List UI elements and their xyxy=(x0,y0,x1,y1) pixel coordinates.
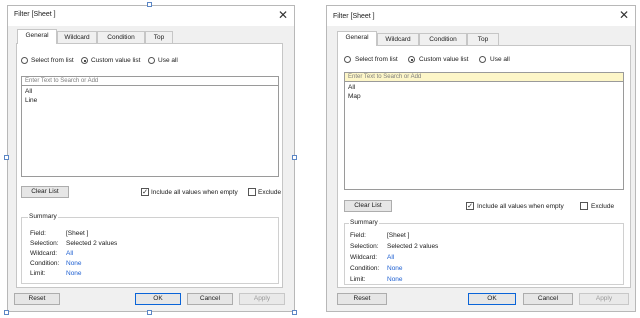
tab-bar: General Wildcard Condition Top xyxy=(337,31,537,46)
list-item[interactable]: All xyxy=(348,84,355,91)
condition-value-link[interactable]: None xyxy=(66,260,82,267)
radio-label-custom-value-list: Custom value list xyxy=(91,57,141,64)
limit-label: Limit: xyxy=(30,270,46,277)
include-all-label: Include all values when empty xyxy=(151,189,238,196)
limit-value-link[interactable]: None xyxy=(387,276,403,283)
tab-general[interactable]: General xyxy=(17,29,57,44)
selection-value: Selected 2 values xyxy=(387,243,439,250)
exclude-checkbox[interactable] xyxy=(248,188,256,196)
include-all-checkbox[interactable]: ✓ xyxy=(141,188,149,196)
resize-handle-top[interactable] xyxy=(147,2,152,7)
close-icon[interactable]: ✕ xyxy=(278,8,288,22)
general-panel: Select from list Custom value list Use a… xyxy=(16,43,283,288)
limit-label: Limit: xyxy=(350,276,366,283)
reset-button[interactable]: Reset xyxy=(337,293,387,305)
radio-label-use-all: Use all xyxy=(490,56,510,63)
value-list[interactable]: All Map xyxy=(344,82,624,190)
search-input[interactable]: Enter Text to Search or Add xyxy=(21,76,279,86)
radio-custom-value-list[interactable] xyxy=(408,56,415,63)
apply-button[interactable]: Apply xyxy=(239,293,285,305)
selection-label: Selection: xyxy=(30,240,59,247)
tab-condition[interactable]: Condition xyxy=(97,31,145,43)
search-input[interactable]: Enter Text to Search or Add xyxy=(344,72,624,82)
list-item[interactable]: Line xyxy=(25,97,37,104)
dialog-title: Filter [Sheet ] xyxy=(14,11,56,18)
field-label: Field: xyxy=(30,230,46,237)
tab-wildcard[interactable]: Wildcard xyxy=(377,33,419,45)
value-list[interactable]: All Line xyxy=(21,86,279,177)
radio-custom-value-list[interactable] xyxy=(81,57,88,64)
tab-condition[interactable]: Condition xyxy=(419,33,467,45)
dialog-title: Filter [Sheet ] xyxy=(333,13,375,20)
resize-handle-bottom[interactable] xyxy=(147,310,152,315)
tab-general[interactable]: General xyxy=(337,31,377,46)
cancel-button[interactable]: Cancel xyxy=(523,293,573,305)
ok-button[interactable]: OK xyxy=(135,293,181,305)
include-all-checkbox[interactable]: ✓ xyxy=(466,202,474,210)
wildcard-label: Wildcard: xyxy=(30,250,58,257)
resize-handle-bottom-right[interactable] xyxy=(292,310,297,315)
field-value: [Sheet ] xyxy=(387,232,410,239)
list-item[interactable]: All xyxy=(25,88,32,95)
summary-box: Summary Field: [Sheet ] Selection: Selec… xyxy=(344,219,624,285)
wildcard-label: Wildcard: xyxy=(350,254,378,261)
list-item[interactable]: Map xyxy=(348,93,361,100)
radio-label-use-all: Use all xyxy=(158,57,178,64)
close-icon[interactable]: ✕ xyxy=(619,8,629,22)
resize-handle-left[interactable] xyxy=(4,155,9,160)
filter-dialog-right: Filter [Sheet ] ✕ General Wildcard Condi… xyxy=(326,5,636,312)
tab-bar: General Wildcard Condition Top xyxy=(17,29,217,44)
general-panel: Select from list Custom value list Use a… xyxy=(337,45,631,288)
summary-title: Summary xyxy=(28,213,58,220)
exclude-checkbox[interactable] xyxy=(580,202,588,210)
radio-use-all[interactable] xyxy=(148,57,155,64)
radio-label-select-from-list: Select from list xyxy=(31,57,74,64)
condition-label: Condition: xyxy=(350,265,380,272)
field-label: Field: xyxy=(350,232,366,239)
wildcard-value-link[interactable]: All xyxy=(387,254,394,261)
radio-label-custom-value-list: Custom value list xyxy=(419,56,469,63)
summary-title: Summary xyxy=(349,219,379,226)
condition-label: Condition: xyxy=(30,260,60,267)
tab-top[interactable]: Top xyxy=(145,31,173,43)
limit-value-link[interactable]: None xyxy=(66,270,82,277)
resize-handle-bottom-left[interactable] xyxy=(4,310,9,315)
filter-dialog-left: Filter [Sheet ] ✕ General Wildcard Condi… xyxy=(7,5,295,312)
reset-button[interactable]: Reset xyxy=(14,293,60,305)
radio-use-all[interactable] xyxy=(479,56,486,63)
radio-select-from-list[interactable] xyxy=(21,57,28,64)
title-bar[interactable]: Filter [Sheet ] ✕ xyxy=(327,6,635,26)
tab-top[interactable]: Top xyxy=(467,33,499,45)
resize-handle-right[interactable] xyxy=(292,155,297,160)
include-all-label: Include all values when empty xyxy=(477,203,564,210)
tab-wildcard[interactable]: Wildcard xyxy=(57,31,97,43)
selection-value: Selected 2 values xyxy=(66,240,118,247)
apply-button[interactable]: Apply xyxy=(579,293,629,305)
cancel-button[interactable]: Cancel xyxy=(187,293,233,305)
clear-list-button[interactable]: Clear List xyxy=(344,200,392,212)
exclude-label: Exclude xyxy=(591,203,615,210)
radio-select-from-list[interactable] xyxy=(344,56,351,63)
summary-box: Summary Field: [Sheet ] Selection: Selec… xyxy=(21,213,279,284)
title-bar[interactable]: Filter [Sheet ] ✕ xyxy=(8,6,294,26)
clear-list-button[interactable]: Clear List xyxy=(21,186,69,198)
wildcard-value-link[interactable]: All xyxy=(66,250,73,257)
condition-value-link[interactable]: None xyxy=(387,265,403,272)
radio-label-select-from-list: Select from list xyxy=(355,56,398,63)
selection-label: Selection: xyxy=(350,243,379,250)
exclude-label: Exclude xyxy=(258,189,282,196)
field-value: [Sheet ] xyxy=(66,230,89,237)
ok-button[interactable]: OK xyxy=(468,293,516,305)
